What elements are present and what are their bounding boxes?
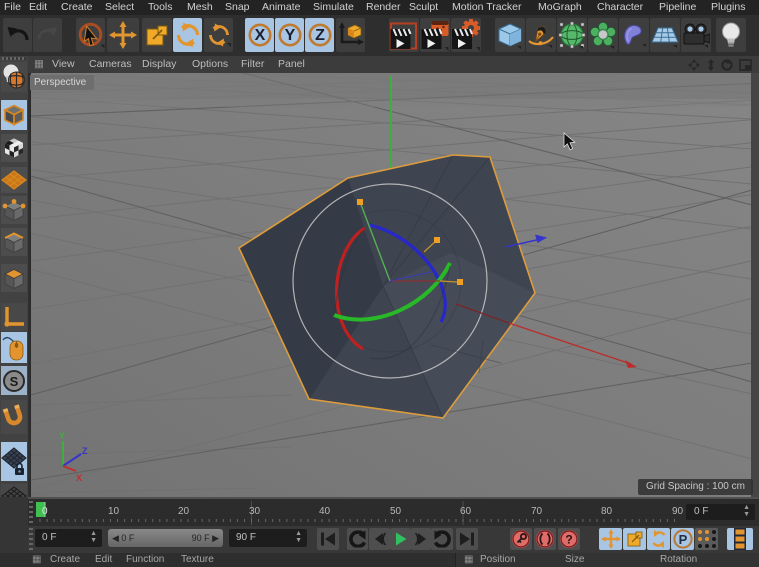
- svg-text:70: 70: [531, 506, 543, 517]
- svg-text:60: 60: [460, 506, 472, 517]
- svg-text:?: ?: [565, 533, 572, 547]
- svg-text:30: 30: [249, 506, 261, 517]
- svg-text:X: X: [254, 27, 265, 44]
- svg-text:90: 90: [672, 506, 684, 517]
- svg-text:Z: Z: [82, 446, 88, 456]
- svg-text:40: 40: [319, 506, 331, 517]
- svg-text:P: P: [678, 532, 687, 547]
- svg-text:10: 10: [108, 506, 120, 517]
- svg-text:Y: Y: [59, 431, 65, 441]
- svg-text:80: 80: [601, 506, 613, 517]
- svg-text:Z: Z: [315, 27, 325, 44]
- svg-text:20: 20: [178, 506, 190, 517]
- svg-text:X: X: [76, 473, 82, 483]
- svg-text:50: 50: [390, 506, 402, 517]
- svg-text:Y: Y: [284, 27, 295, 44]
- svg-text:S: S: [10, 374, 19, 389]
